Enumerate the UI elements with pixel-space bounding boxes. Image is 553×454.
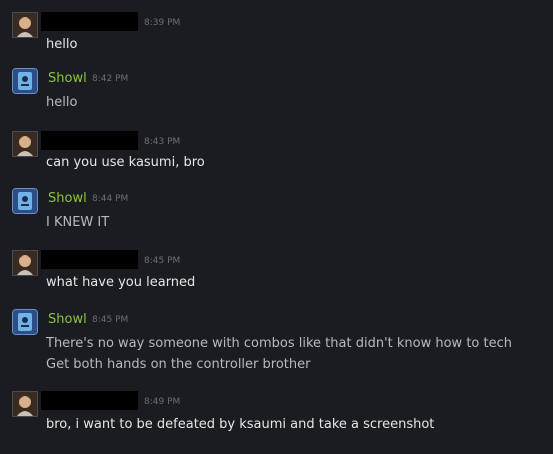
sender-name[interactable]: Showl	[48, 311, 87, 329]
user-avatar-icon[interactable]	[12, 391, 38, 417]
message-timestamp: 8:42 PM	[92, 74, 129, 84]
bot-avatar-icon[interactable]	[12, 188, 38, 214]
chat-log: 8:39 PM hello Showl 8:42 PM hello 8:43 P…	[0, 0, 553, 454]
message-text: Get both hands on the controller brother	[46, 357, 311, 372]
bot-avatar-icon[interactable]	[12, 309, 38, 335]
redacted-username	[41, 12, 138, 31]
message-timestamp: 8:45 PM	[92, 315, 129, 325]
message-text: what have you learned	[46, 275, 196, 290]
message-text: bro, i want to be defeated by ksaumi and…	[46, 417, 435, 432]
message-timestamp: 8:45 PM	[144, 256, 181, 266]
redacted-username	[41, 391, 138, 410]
message-text: hello	[46, 95, 78, 110]
redacted-username	[41, 250, 138, 269]
bot-avatar-icon[interactable]	[12, 68, 38, 94]
message-text: hello	[46, 37, 78, 52]
message-timestamp: 8:44 PM	[92, 194, 129, 204]
message-text: There's no way someone with combos like …	[46, 336, 512, 351]
message-text: can you use kasumi, bro	[46, 155, 205, 170]
user-avatar-icon[interactable]	[12, 12, 38, 38]
message-timestamp: 8:39 PM	[144, 18, 181, 28]
message-timestamp: 8:49 PM	[144, 397, 181, 407]
user-avatar-icon[interactable]	[12, 250, 38, 276]
sender-name[interactable]: Showl	[48, 70, 87, 88]
message-text: I KNEW IT	[46, 215, 110, 230]
message-timestamp: 8:43 PM	[144, 137, 181, 147]
sender-name[interactable]: Showl	[48, 190, 87, 208]
redacted-username	[41, 131, 138, 150]
user-avatar-icon[interactable]	[12, 131, 38, 157]
